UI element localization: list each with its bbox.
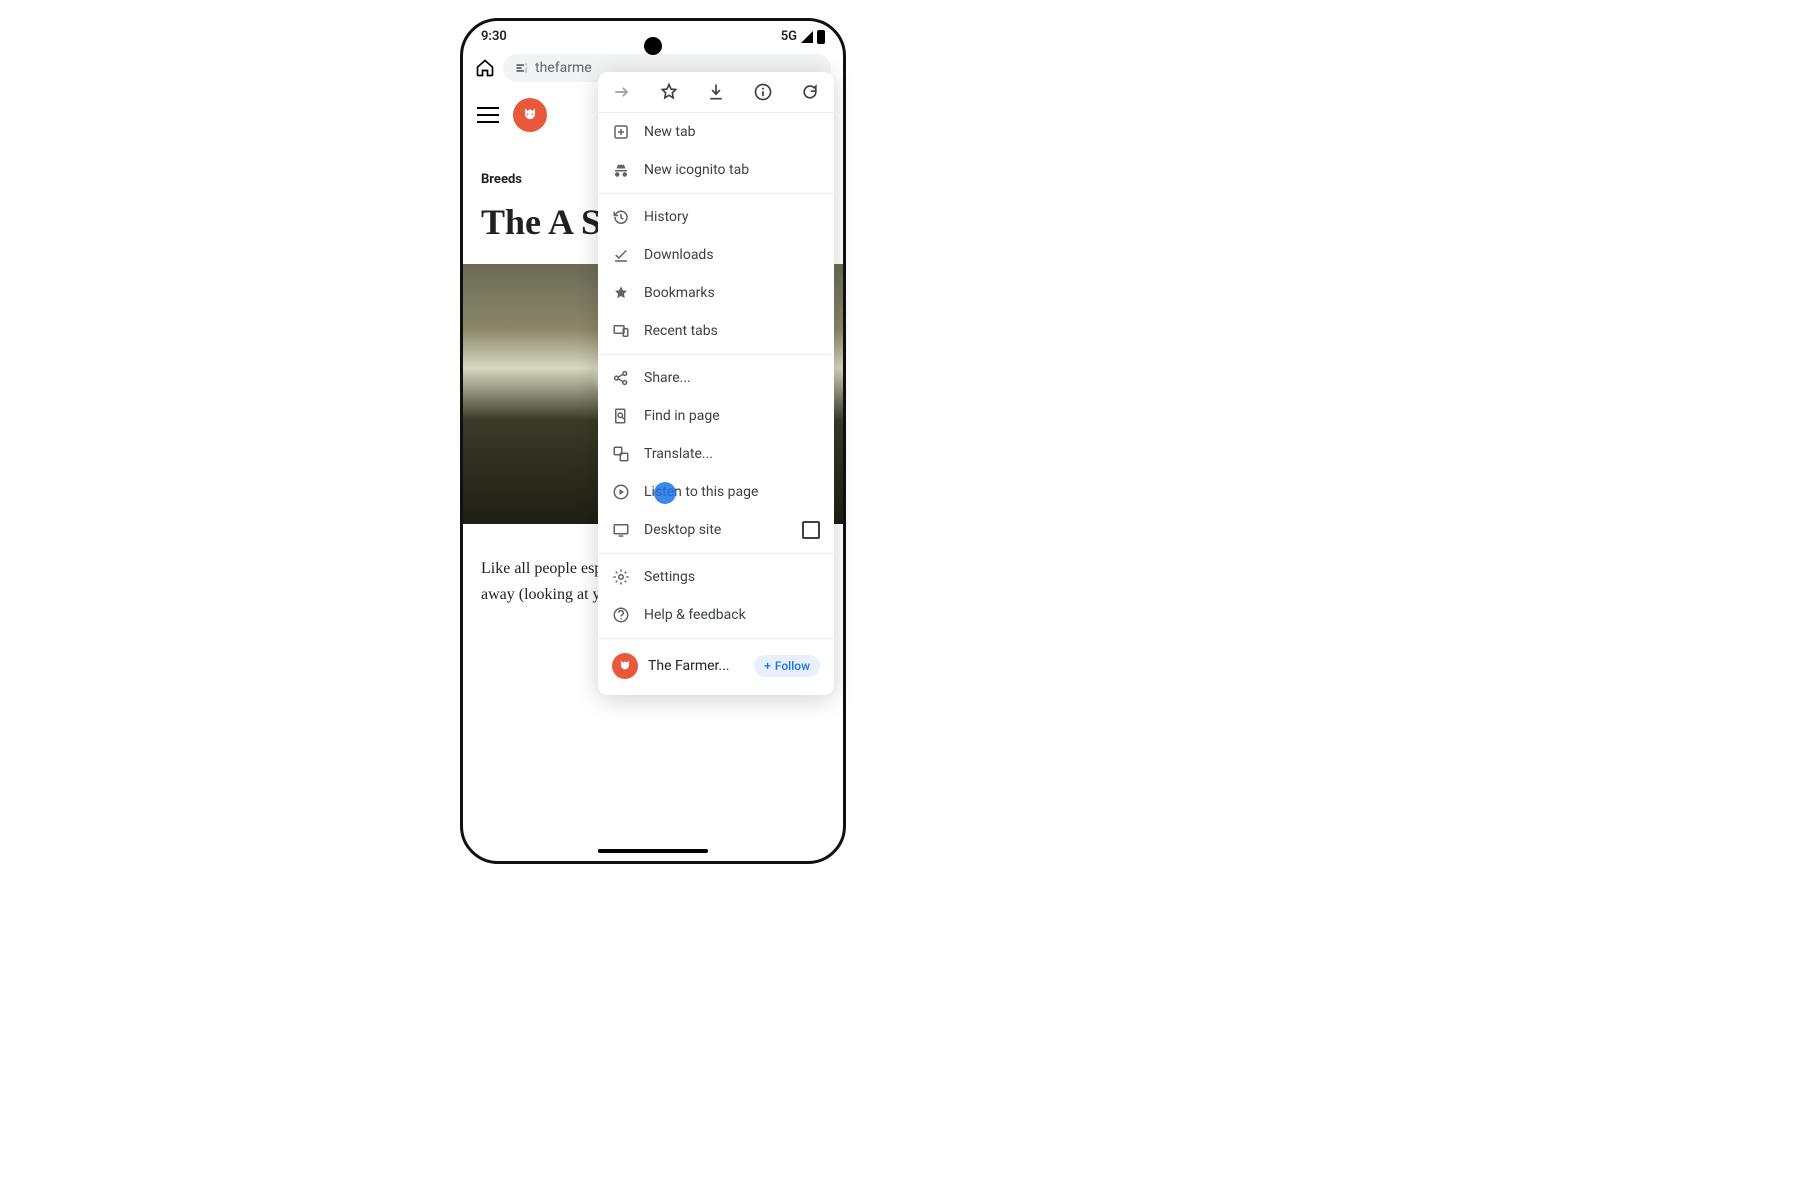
home-icon[interactable] — [475, 58, 495, 78]
devices-icon — [612, 322, 630, 340]
history-icon — [612, 208, 630, 226]
info-icon[interactable] — [753, 82, 773, 102]
gesture-bar[interactable] — [598, 849, 708, 853]
refresh-icon[interactable] — [800, 82, 820, 102]
menu-desktop-site[interactable]: Desktop site — [598, 511, 834, 549]
menu-label: Bookmarks — [644, 285, 715, 301]
desktop-site-checkbox[interactable] — [802, 521, 820, 539]
menu-label: New tab — [644, 124, 695, 140]
menu-label: Translate... — [644, 446, 713, 462]
plus-icon: + — [764, 659, 771, 673]
menu-help-feedback[interactable]: Help & feedback — [598, 596, 834, 634]
forward-icon[interactable] — [612, 82, 632, 102]
menu-share[interactable]: Share... — [598, 359, 834, 397]
menu-find-in-page[interactable]: Find in page — [598, 397, 834, 435]
desktop-icon — [612, 521, 630, 539]
battery-icon — [817, 30, 825, 44]
menu-downloads[interactable]: Downloads — [598, 236, 834, 274]
help-icon — [612, 606, 630, 624]
play-circle-icon — [612, 483, 630, 501]
menu-separator — [598, 193, 834, 194]
downloads-done-icon — [612, 246, 630, 264]
menu-new-tab[interactable]: New tab — [598, 113, 834, 151]
menu-translate[interactable]: Translate... — [598, 435, 834, 473]
menu-separator — [598, 638, 834, 639]
tune-icon — [515, 61, 529, 75]
follow-label: Follow — [775, 659, 810, 673]
gear-icon — [612, 568, 630, 586]
front-camera — [644, 37, 662, 55]
tap-indicator — [654, 482, 676, 504]
download-icon[interactable] — [706, 82, 726, 102]
site-name: The Farmer... — [648, 658, 744, 674]
menu-listen-to-page[interactable]: Listen to this page — [598, 473, 834, 511]
star-icon[interactable] — [659, 82, 679, 102]
url-text: thefarme — [535, 60, 592, 76]
menu-separator — [598, 553, 834, 554]
menu-settings[interactable]: Settings — [598, 558, 834, 596]
menu-label: Downloads — [644, 247, 714, 263]
star-filled-icon — [612, 284, 630, 302]
follow-button[interactable]: + Follow — [754, 655, 820, 677]
signal-icon — [801, 31, 813, 43]
menu-label: History — [644, 209, 689, 225]
menu-separator — [598, 354, 834, 355]
incognito-icon — [612, 161, 630, 179]
menu-label: Share... — [644, 370, 691, 386]
hamburger-icon[interactable] — [477, 107, 499, 123]
menu-label: Recent tabs — [644, 323, 718, 339]
overflow-menu: New tab New icognito tab History Downloa… — [598, 72, 834, 695]
menu-label: Desktop site — [644, 522, 721, 538]
menu-site-row[interactable]: The Farmer... + Follow — [598, 643, 834, 689]
menu-label: New icognito tab — [644, 162, 749, 178]
menu-label: Settings — [644, 569, 695, 585]
find-in-page-icon — [612, 407, 630, 425]
translate-icon — [612, 445, 630, 463]
status-time: 9:30 — [481, 29, 507, 44]
site-logo[interactable] — [513, 98, 547, 132]
site-logo-small — [612, 653, 638, 679]
status-network: 5G — [781, 29, 797, 44]
share-icon — [612, 369, 630, 387]
menu-history[interactable]: History — [598, 198, 834, 236]
menu-incognito-tab[interactable]: New icognito tab — [598, 151, 834, 189]
menu-label: Help & feedback — [644, 607, 746, 623]
plus-box-icon — [612, 123, 630, 141]
menu-recent-tabs[interactable]: Recent tabs — [598, 312, 834, 350]
menu-bookmarks[interactable]: Bookmarks — [598, 274, 834, 312]
menu-label: Find in page — [644, 408, 720, 424]
